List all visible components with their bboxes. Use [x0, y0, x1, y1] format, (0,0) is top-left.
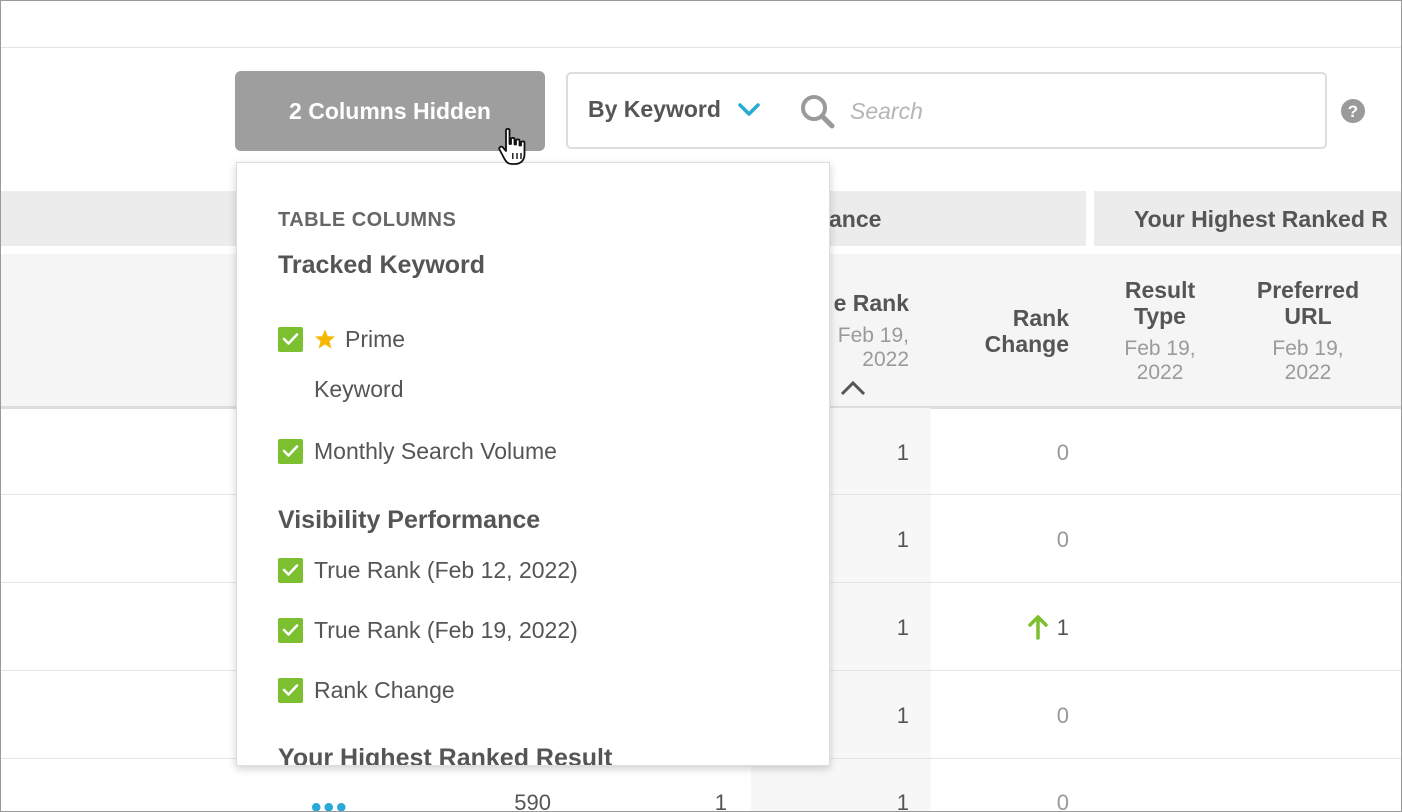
cell-true-rank: 1 — [896, 615, 909, 640]
preferred-url-date-line1: Feb 19, — [1272, 337, 1344, 360]
checkmark-icon — [282, 333, 299, 345]
caret-up-icon[interactable] — [839, 379, 867, 397]
cell-true-rank: 1 — [896, 790, 909, 812]
cell-rank-change: 0 — [1056, 790, 1069, 812]
column-option-label: Rank Change — [314, 676, 455, 703]
group-title-highest-ranked: Your Highest Ranked R — [1134, 206, 1388, 232]
cell-true-rank: 1 — [896, 527, 909, 552]
column-header-preferred-url-line2[interactable]: URL — [1241, 303, 1375, 329]
column-option-rank-change[interactable]: Rank Change — [278, 675, 455, 705]
column-option-true-rank-curr[interactable]: True Rank (Feb 19, 2022) — [278, 615, 578, 645]
column-option-monthly-search-volume[interactable]: Monthly Search Volume — [278, 436, 557, 466]
checkbox-checked[interactable] — [278, 438, 303, 464]
table-columns-dropdown: TABLE COLUMNS Tracked Keyword Prime Keyw… — [236, 162, 830, 766]
cell-rank-change: 0 — [1056, 440, 1069, 465]
pointer-hand-icon — [498, 127, 526, 165]
result-type-date-line2: 2022 — [1136, 361, 1184, 384]
result-type-date-line1: Feb 19, — [1124, 337, 1196, 360]
column-option-label: Prime — [345, 325, 406, 352]
preferred-url-date-line2: 2022 — [1284, 361, 1332, 384]
column-option-label: Monthly Search Volume — [314, 437, 557, 464]
column-header-rank-change-line1[interactable]: Rank — [961, 305, 1069, 331]
cell-rank-change: 0 — [1056, 527, 1069, 552]
checkmark-icon — [282, 445, 299, 457]
checkbox-checked[interactable] — [278, 617, 303, 643]
search-input[interactable] — [848, 90, 1292, 132]
group-title-visibility: ance — [829, 206, 882, 232]
checkmark-icon — [282, 564, 299, 576]
column-header-result-type-line1[interactable]: Result — [1101, 277, 1219, 303]
checkmark-icon — [282, 684, 299, 696]
column-option-label: True Rank (Feb 12, 2022) — [314, 556, 578, 583]
columns-hidden-label: 2 Columns Hidden — [289, 97, 491, 124]
group-title-highest-ranked-result: Your Highest Ranked Result — [278, 744, 613, 766]
checkbox-checked[interactable] — [278, 677, 303, 703]
group-title-visibility-performance: Visibility Performance — [278, 506, 541, 534]
checkbox-checked[interactable] — [278, 326, 303, 352]
cell-search-volume: 590 — [514, 790, 551, 812]
column-option-prime[interactable]: Prime — [278, 324, 405, 354]
search-bar: By Keyword — [566, 72, 1327, 149]
row-actions-button[interactable]: ••• — [311, 791, 349, 811]
cell-rank-change: 1 — [1056, 615, 1069, 640]
column-header-preferred-url-line1[interactable]: Preferred — [1241, 277, 1375, 303]
column-header-result-type-line2[interactable]: Type — [1101, 303, 1219, 329]
cell-true-rank: 1 — [896, 440, 909, 465]
column-header-rank-change-line2[interactable]: Change — [961, 331, 1069, 357]
chevron-down-icon[interactable] — [738, 102, 760, 118]
checkmark-icon — [282, 624, 299, 636]
top-divider — [1, 47, 1401, 48]
column-option-true-rank-prev[interactable]: True Rank (Feb 12, 2022) — [278, 555, 578, 585]
cell-true-rank: 1 — [896, 703, 909, 728]
checkbox-checked[interactable] — [278, 557, 303, 583]
cell-prev-rank: 1 — [714, 790, 727, 812]
dropdown-heading: TABLE COLUMNS — [278, 209, 457, 231]
app-frame: 2 Columns Hidden By Keyword ? ance Your … — [0, 0, 1402, 812]
svg-text:?: ? — [1348, 102, 1358, 121]
column-option-keyword: Keyword — [314, 376, 404, 402]
search-icon — [801, 95, 835, 129]
help-icon[interactable]: ? — [1340, 98, 1366, 124]
scope-dropdown-label[interactable]: By Keyword — [588, 96, 721, 123]
group-title-tracked-keyword: Tracked Keyword — [278, 251, 486, 279]
column-option-label: True Rank (Feb 19, 2022) — [314, 616, 578, 643]
star-icon — [314, 329, 336, 349]
cell-rank-change: 0 — [1056, 703, 1069, 728]
